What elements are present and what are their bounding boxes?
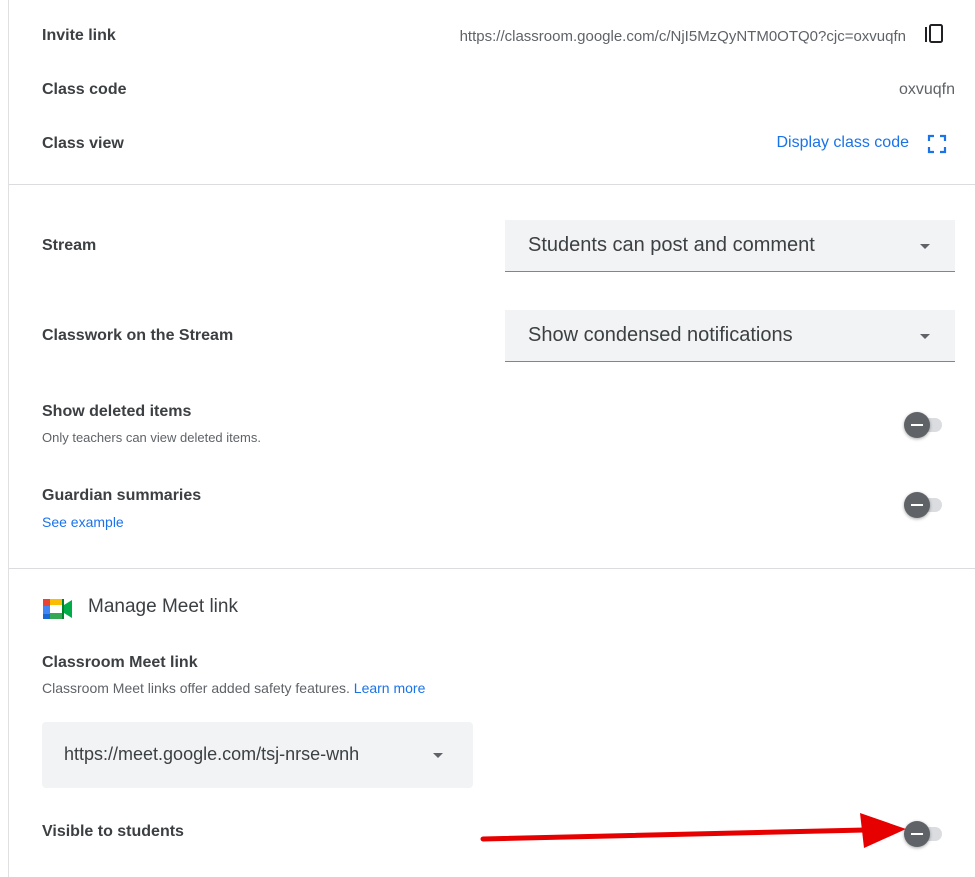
classwork-stream-select[interactable]: Show condensed notifications	[505, 310, 955, 362]
classwork-stream-label: Classwork on the Stream	[42, 327, 234, 344]
classroom-meet-description: Classroom Meet links offer added safety …	[42, 680, 425, 696]
display-class-code-link[interactable]: Display class code	[777, 134, 910, 152]
meet-link-value: https://meet.google.com/tsj-nrse-wnh	[64, 744, 360, 764]
annotation-arrow	[480, 813, 906, 848]
guardian-summaries-toggle[interactable]	[904, 492, 942, 518]
stream-label: Stream	[42, 237, 97, 254]
guardian-summaries-label: Guardian summaries	[42, 487, 202, 504]
see-example-link[interactable]: See example	[42, 514, 124, 530]
class-view-label: Class view	[42, 135, 124, 152]
classroom-meet-description-text: Classroom Meet links offer added safety …	[42, 680, 350, 696]
show-deleted-items-toggle[interactable]	[904, 412, 942, 438]
copy-icon[interactable]	[920, 22, 948, 50]
visible-to-students-label: Visible to students	[42, 823, 184, 840]
section-divider	[9, 184, 975, 185]
meet-logo-icon	[42, 598, 74, 620]
toggle-knob	[904, 412, 930, 438]
classwork-select-value: Show condensed notifications	[528, 324, 793, 346]
invite-link-value: https://classroom.google.com/c/NjI5MzQyN…	[459, 28, 906, 45]
toggle-knob	[904, 492, 930, 518]
invite-link-label: Invite link	[42, 27, 116, 44]
section-divider	[9, 568, 975, 569]
show-deleted-items-label: Show deleted items	[42, 403, 192, 420]
fullscreen-icon[interactable]	[927, 134, 947, 154]
stream-select[interactable]: Students can post and comment	[505, 220, 955, 272]
dropdown-caret-icon	[920, 244, 930, 249]
dropdown-caret-icon	[920, 334, 930, 339]
show-deleted-items-description: Only teachers can view deleted items.	[42, 430, 261, 445]
manage-meet-title: Manage Meet link	[88, 596, 238, 617]
dropdown-caret-icon	[433, 753, 443, 758]
class-code-value: oxvuqfn	[898, 81, 955, 98]
learn-more-link[interactable]: Learn more	[354, 680, 426, 696]
stream-select-value: Students can post and comment	[528, 234, 815, 256]
classroom-meet-link-label: Classroom Meet link	[42, 654, 198, 671]
class-code-label: Class code	[42, 81, 127, 98]
meet-link-select[interactable]: https://meet.google.com/tsj-nrse-wnh	[42, 722, 473, 788]
